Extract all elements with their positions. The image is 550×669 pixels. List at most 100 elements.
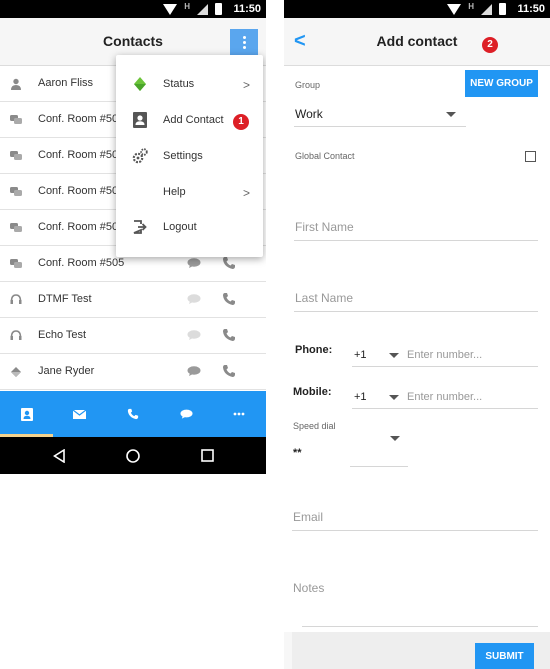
divider bbox=[294, 126, 466, 127]
contact-name: Aaron Fliss bbox=[38, 77, 94, 89]
call-icon[interactable] bbox=[222, 364, 236, 378]
dropdown-caret-icon bbox=[446, 112, 456, 117]
tab-contacts[interactable] bbox=[0, 391, 54, 437]
call-icon[interactable] bbox=[222, 292, 236, 306]
chat-tab-icon bbox=[180, 409, 193, 419]
page-title: Contacts bbox=[103, 33, 163, 49]
chat-group-icon bbox=[10, 151, 22, 160]
more-tab-icon bbox=[234, 412, 245, 416]
logout-icon bbox=[133, 220, 147, 234]
speed-dial-label: Speed dial bbox=[293, 421, 336, 431]
network-type: H bbox=[184, 2, 190, 11]
contact-name: Jane Ryder bbox=[38, 365, 95, 377]
status-diamond-icon bbox=[11, 367, 21, 377]
form-body: Group NEW GROUP Work Global Contact Firs… bbox=[284, 66, 550, 632]
tab-calls[interactable] bbox=[106, 391, 159, 437]
contact-name: Conf. Room #501 bbox=[38, 113, 125, 125]
mobile-label: Mobile: bbox=[293, 386, 332, 398]
status-time: 11:50 bbox=[233, 3, 261, 15]
phone-placeholder: Enter number... bbox=[407, 349, 483, 361]
group-label: Group bbox=[295, 80, 321, 90]
email-placeholder: Email bbox=[293, 510, 324, 524]
group-value: Work bbox=[295, 107, 323, 121]
chat-icon[interactable] bbox=[187, 330, 201, 340]
mobile-placeholder: Enter number... bbox=[407, 391, 483, 403]
overflow-menu-button[interactable] bbox=[230, 29, 258, 55]
tab-more[interactable] bbox=[213, 391, 266, 437]
contact-book-icon bbox=[133, 112, 147, 128]
wifi-icon bbox=[447, 3, 462, 15]
global-contact-label: Global Contact bbox=[295, 151, 355, 161]
menu-item-status[interactable]: Status > bbox=[116, 67, 263, 102]
divider bbox=[292, 530, 538, 531]
menu-item-label: Help bbox=[163, 186, 186, 198]
calls-tab-icon bbox=[127, 408, 139, 420]
overflow-menu: Status > Add Contact 1 Settings Help > L… bbox=[116, 55, 263, 257]
menu-item-settings[interactable]: Settings bbox=[116, 139, 263, 174]
menu-item-label: Logout bbox=[163, 221, 197, 233]
dot-icon bbox=[242, 40, 246, 44]
recents-nav-icon[interactable] bbox=[201, 449, 214, 462]
first-name-placeholder: First Name bbox=[295, 220, 354, 234]
status-bar: H 11:50 bbox=[0, 0, 266, 18]
menu-item-label: Add Contact bbox=[163, 114, 224, 126]
divider bbox=[302, 626, 538, 627]
contact-name: Conf. Room #502 bbox=[38, 149, 125, 161]
phone-label: Phone: bbox=[295, 344, 333, 356]
chat-group-icon bbox=[10, 115, 22, 124]
notes-placeholder: Notes bbox=[293, 581, 325, 595]
contact-name: Conf. Room #505 bbox=[38, 257, 125, 269]
global-contact-checkbox[interactable] bbox=[525, 151, 536, 162]
home-nav-icon[interactable] bbox=[126, 449, 140, 463]
back-nav-icon[interactable] bbox=[53, 449, 65, 463]
divider bbox=[352, 366, 538, 367]
callout-badge: 1 bbox=[233, 114, 249, 130]
bottom-tab-bar bbox=[0, 391, 266, 437]
chat-group-icon bbox=[10, 223, 22, 232]
dropdown-caret-icon bbox=[390, 436, 400, 441]
add-contact-app-bar: < Add contact 2 bbox=[284, 18, 550, 66]
divider bbox=[294, 240, 538, 241]
call-icon[interactable] bbox=[222, 328, 236, 342]
new-group-button[interactable]: NEW GROUP bbox=[465, 70, 538, 97]
menu-item-label: Settings bbox=[163, 150, 203, 162]
gears-icon bbox=[132, 148, 148, 164]
divider bbox=[352, 408, 538, 409]
chat-icon[interactable] bbox=[187, 258, 201, 268]
chevron-right-icon: > bbox=[242, 78, 250, 92]
menu-item-add-contact[interactable]: Add Contact 1 bbox=[116, 103, 263, 138]
speed-dial-prefix: ** bbox=[293, 447, 302, 459]
menu-item-logout[interactable]: Logout bbox=[116, 210, 263, 245]
submit-button[interactable]: SUBMIT bbox=[475, 643, 534, 669]
divider bbox=[350, 466, 408, 467]
tab-chat[interactable] bbox=[160, 391, 213, 437]
contact-row[interactable]: Echo Test bbox=[0, 318, 266, 354]
contact-row[interactable]: Jane Ryder bbox=[0, 354, 266, 390]
person-icon bbox=[11, 78, 21, 90]
system-nav-bar bbox=[0, 437, 266, 474]
battery-icon bbox=[215, 3, 222, 15]
status-bar: H 11:50 bbox=[284, 0, 550, 18]
call-icon[interactable] bbox=[222, 256, 236, 270]
dropdown-caret-icon bbox=[389, 353, 399, 358]
headset-icon bbox=[10, 330, 22, 340]
status-time: 11:50 bbox=[517, 3, 545, 15]
callout-badge: 2 bbox=[482, 37, 498, 53]
chat-group-icon bbox=[10, 187, 22, 196]
dot-icon bbox=[242, 35, 246, 39]
contacts-tab-icon bbox=[20, 407, 33, 421]
chat-icon[interactable] bbox=[187, 294, 201, 304]
menu-item-label: Status bbox=[163, 78, 195, 90]
signal-icon bbox=[481, 3, 492, 15]
chat-group-icon bbox=[10, 259, 22, 268]
headset-icon bbox=[10, 294, 22, 304]
chat-icon[interactable] bbox=[187, 366, 201, 376]
tab-messages[interactable] bbox=[53, 391, 106, 437]
mobile-country-code: +1 bbox=[354, 391, 367, 403]
battery-icon bbox=[499, 3, 506, 15]
contact-row[interactable]: DTMF Test bbox=[0, 282, 266, 318]
signal-icon bbox=[197, 3, 208, 15]
network-type: H bbox=[468, 2, 474, 11]
menu-item-help[interactable]: Help > bbox=[116, 175, 263, 210]
dropdown-caret-icon bbox=[389, 395, 399, 400]
